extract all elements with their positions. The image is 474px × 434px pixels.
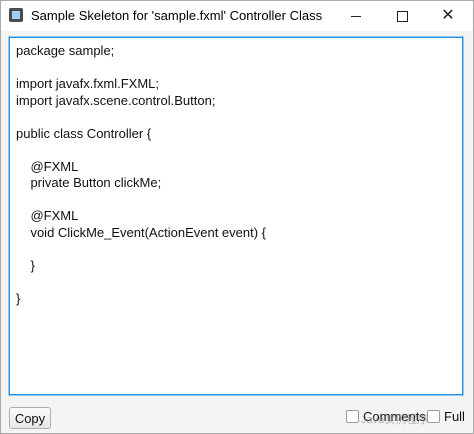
window-title: Sample Skeleton for 'sample.fxml' Contro… (31, 8, 323, 23)
minimize-icon (351, 15, 361, 17)
copy-button[interactable]: Copy (9, 407, 51, 429)
code-text: package sample; import javafx.fxml.FXML;… (16, 43, 267, 306)
close-button[interactable]: ✕ (425, 1, 471, 31)
full-checkbox-row[interactable]: Full (427, 409, 465, 424)
app-window: Sample Skeleton for 'sample.fxml' Contro… (0, 0, 474, 434)
app-icon (9, 8, 23, 22)
watermark-text: Java实例程序 (361, 414, 429, 426)
full-label: Full (444, 409, 465, 424)
maximize-icon (396, 10, 408, 22)
minimize-button[interactable] (333, 1, 379, 31)
full-checkbox[interactable] (427, 410, 440, 423)
maximize-button[interactable] (379, 1, 425, 31)
close-icon: ✕ (441, 7, 455, 24)
comments-checkbox[interactable] (346, 410, 359, 423)
code-textarea[interactable]: package sample; import javafx.fxml.FXML;… (9, 37, 463, 395)
title-bar: Sample Skeleton for 'sample.fxml' Contro… (1, 1, 473, 31)
content-pane: package sample; import javafx.fxml.FXML;… (1, 31, 473, 433)
